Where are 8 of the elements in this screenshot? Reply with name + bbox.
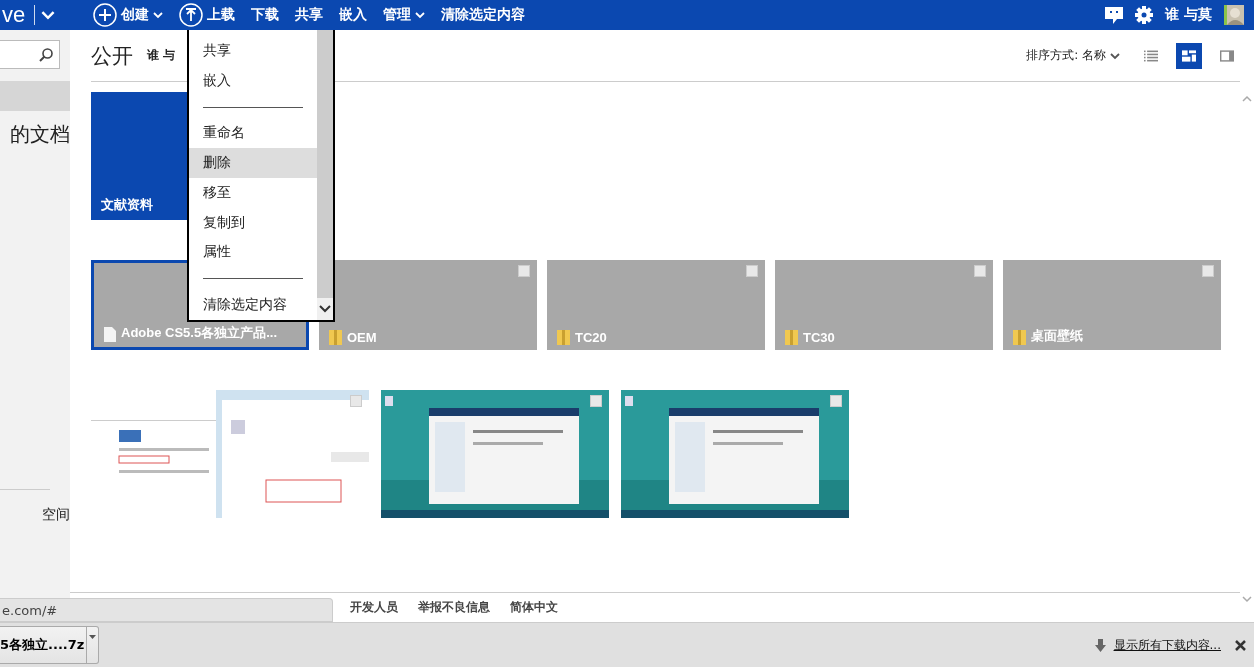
status-url: e.com/# <box>0 598 333 622</box>
tile-label: TC20 <box>575 330 607 345</box>
tile-label: TC30 <box>803 330 835 345</box>
tile-label: OEM <box>347 330 377 345</box>
page-title: 公开 <box>91 42 133 70</box>
tile-label: Adobe CS5.5各独立产品... <box>121 324 278 342</box>
owner-name: 谁 与 <box>147 47 176 64</box>
tile-label: 桌面壁纸 <box>1031 327 1083 345</box>
